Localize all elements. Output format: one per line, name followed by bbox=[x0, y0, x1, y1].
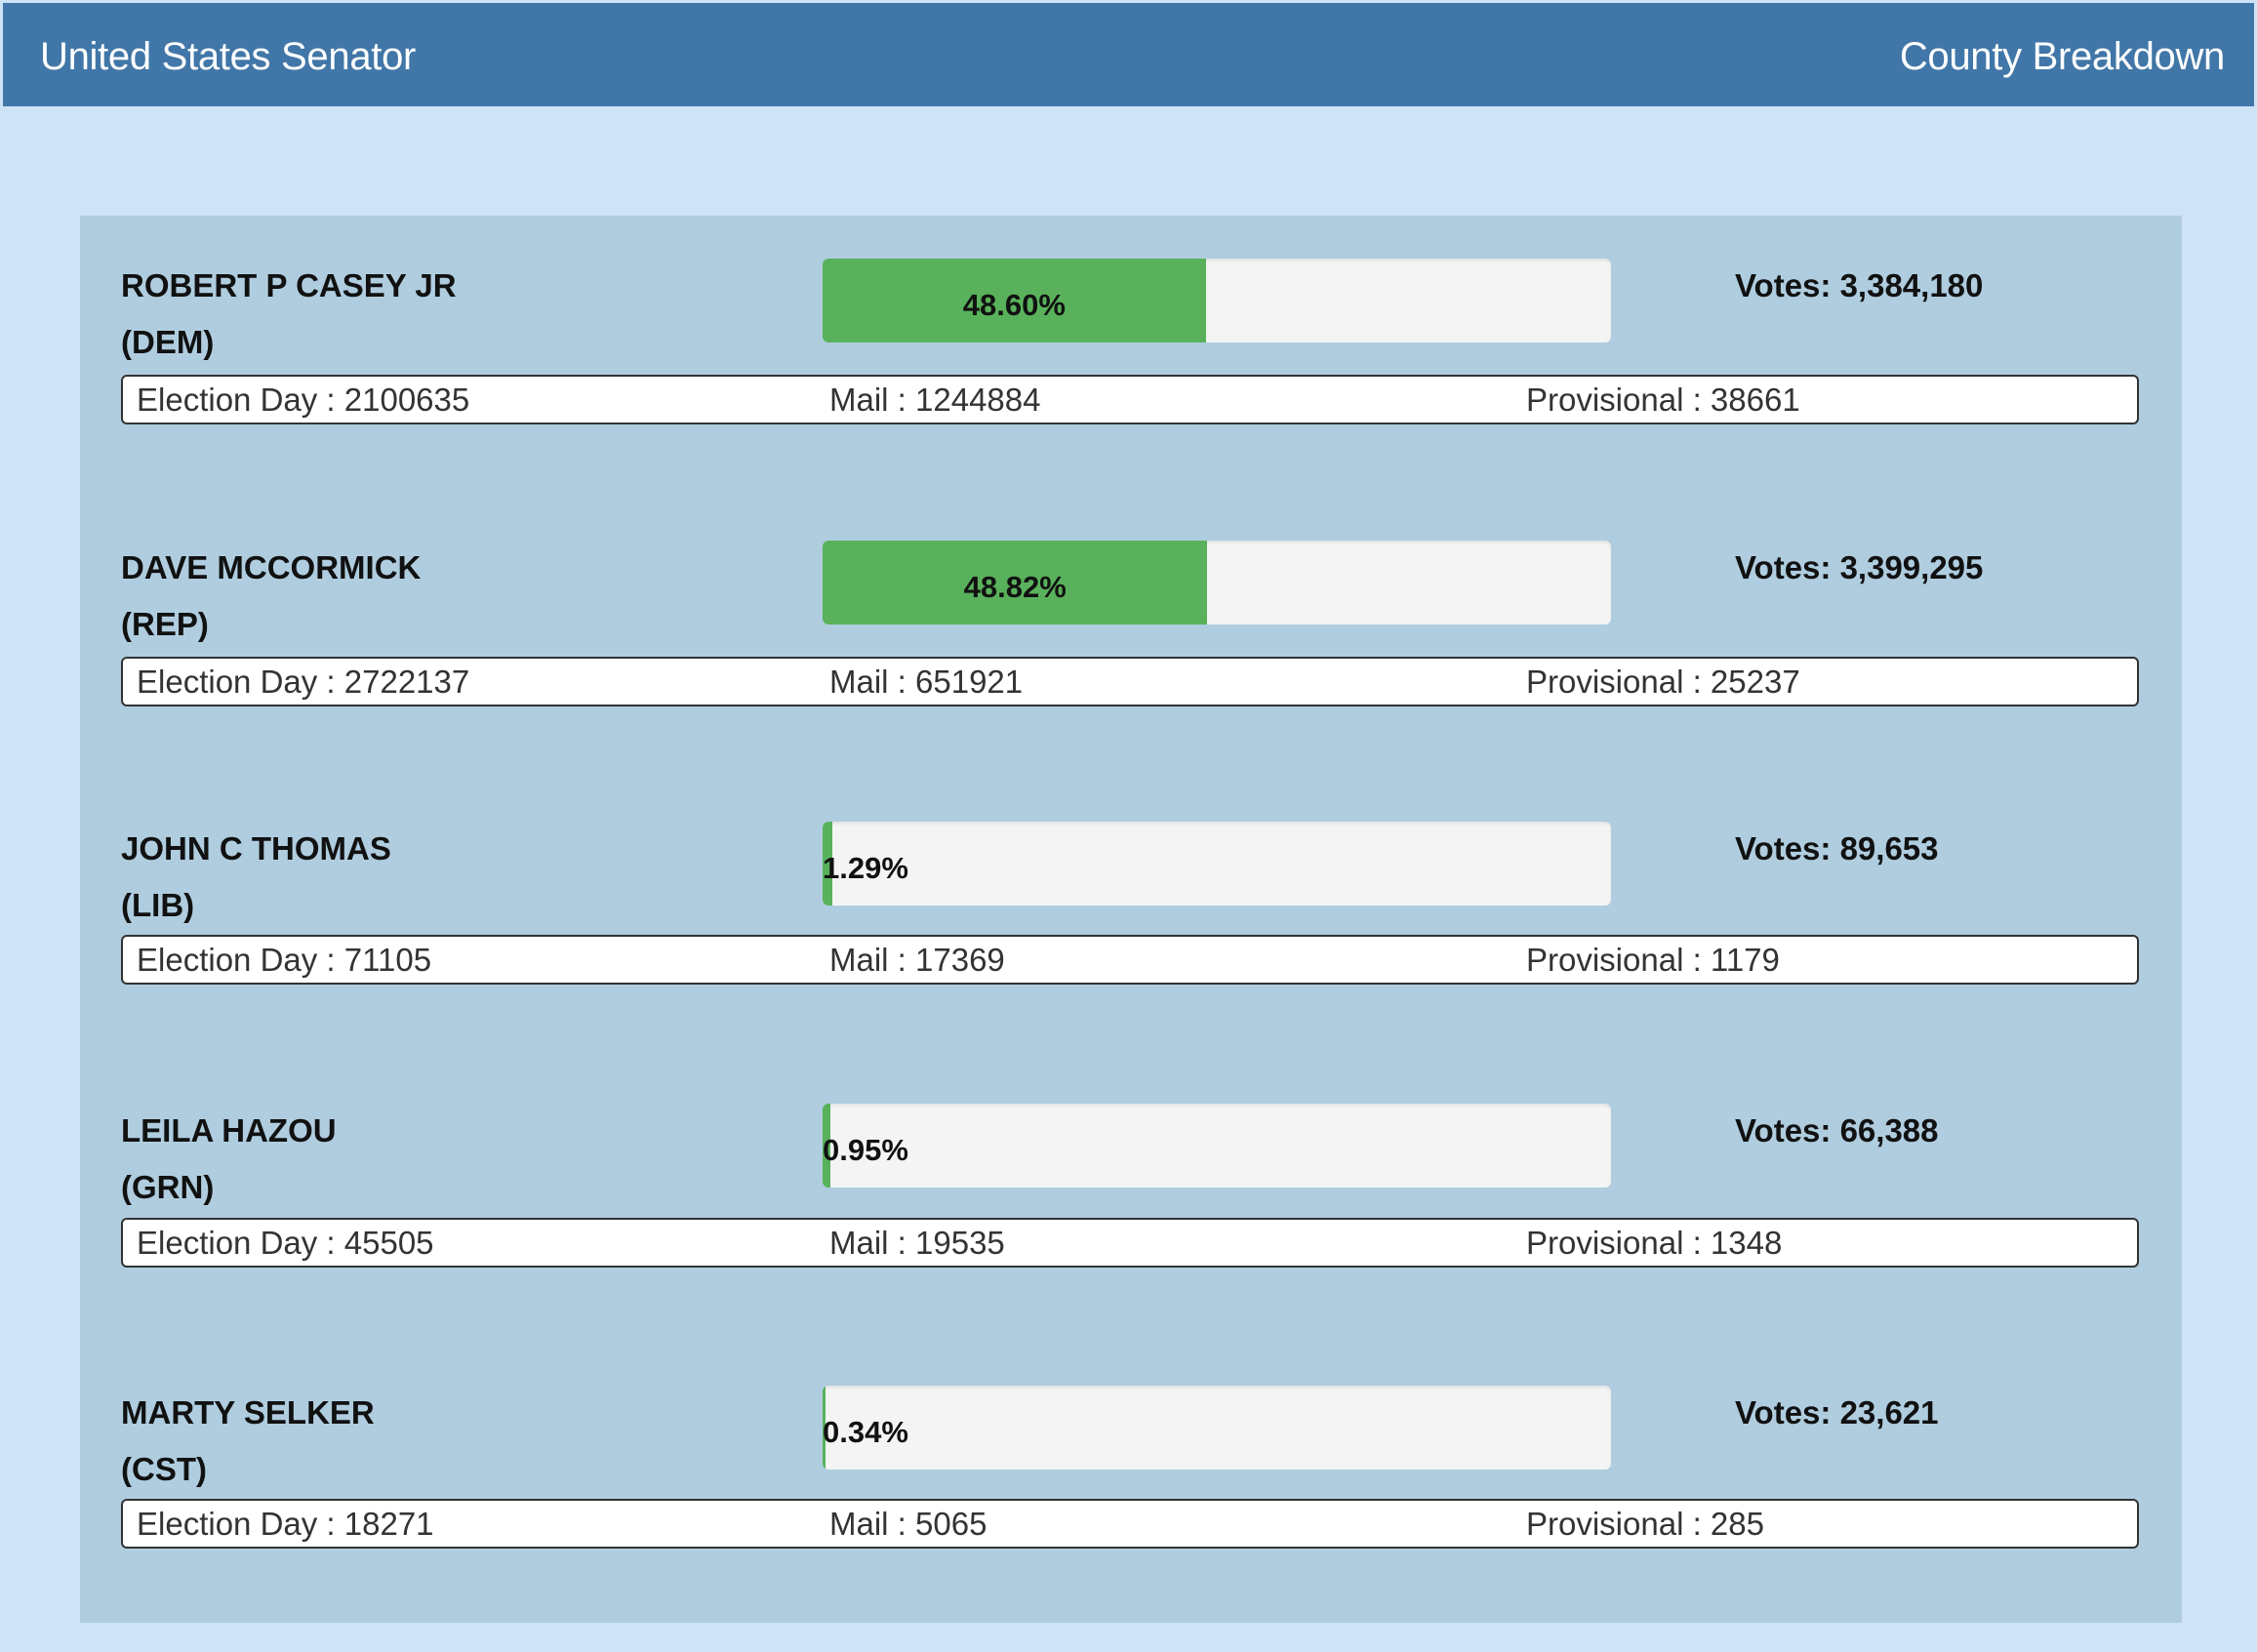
candidate-row: DAVE MCCORMICK (REP) 48.82% Votes: 3,399… bbox=[80, 498, 2182, 780]
results-panel: ROBERT P CASEY JR (DEM) 48.60% Votes: 3,… bbox=[80, 216, 2182, 1623]
vote-share-bar: 48.82% bbox=[823, 541, 1611, 625]
contest-title: United States Senator bbox=[40, 35, 417, 78]
contest-header: United States Senator County Breakdown bbox=[3, 3, 2254, 106]
vote-total: Votes: 3,384,180 bbox=[1735, 267, 1984, 303]
vote-total: Votes: 89,653 bbox=[1735, 830, 1939, 866]
vote-total: Votes: 3,399,295 bbox=[1735, 549, 1984, 585]
candidate-name: DAVE MCCORMICK bbox=[121, 549, 422, 585]
vote-share-label: 48.82% bbox=[963, 570, 1067, 604]
candidate-row: LEILA HAZOU (GRN) 0.95% Votes: 66,388 El… bbox=[80, 1061, 2182, 1343]
vote-share-label: 1.29% bbox=[823, 851, 908, 885]
provisional-votes: Provisional : 25237 bbox=[1526, 664, 1800, 700]
candidate-name: ROBERT P CASEY JR bbox=[121, 267, 457, 303]
mail-votes: Mail : 17369 bbox=[829, 942, 1005, 978]
election-day-votes: Election Day : 18271 bbox=[137, 1506, 434, 1542]
vote-share-label: 48.60% bbox=[962, 288, 1066, 322]
vote-share-bar: 48.60% bbox=[823, 259, 1611, 342]
vote-share-bar: 0.95% bbox=[823, 1104, 1611, 1188]
candidate-row: JOHN C THOMAS (LIB) 1.29% Votes: 89,653 … bbox=[80, 779, 2182, 1061]
provisional-votes: Provisional : 38661 bbox=[1526, 382, 1800, 418]
vote-breakdown: Election Day : 71105 Mail : 17369 Provis… bbox=[121, 935, 2139, 985]
vote-breakdown: Election Day : 18271 Mail : 5065 Provisi… bbox=[121, 1499, 2139, 1549]
mail-votes: Mail : 5065 bbox=[829, 1506, 987, 1542]
vote-share-bar: 0.34% bbox=[823, 1386, 1611, 1470]
provisional-votes: Provisional : 1348 bbox=[1526, 1225, 1783, 1261]
candidate-name: MARTY SELKER bbox=[121, 1394, 375, 1430]
provisional-votes: Provisional : 1179 bbox=[1526, 942, 1780, 978]
election-day-votes: Election Day : 45505 bbox=[137, 1225, 434, 1261]
candidate-party: (CST) bbox=[121, 1451, 207, 1487]
candidate-name: JOHN C THOMAS bbox=[121, 830, 391, 866]
county-breakdown-link[interactable]: County Breakdown bbox=[1900, 32, 2225, 81]
candidate-row: MARTY SELKER (CST) 0.34% Votes: 23,621 E… bbox=[80, 1343, 2182, 1625]
provisional-votes: Provisional : 285 bbox=[1526, 1506, 1764, 1542]
election-day-votes: Election Day : 71105 bbox=[137, 942, 432, 978]
vote-breakdown: Election Day : 2100635 Mail : 1244884 Pr… bbox=[121, 375, 2139, 424]
candidate-party: (DEM) bbox=[121, 324, 215, 360]
vote-share-label: 0.34% bbox=[823, 1415, 908, 1449]
vote-breakdown: Election Day : 2722137 Mail : 651921 Pro… bbox=[121, 657, 2139, 706]
vote-share-bar: 1.29% bbox=[823, 822, 1611, 906]
vote-total: Votes: 66,388 bbox=[1735, 1112, 1939, 1148]
candidate-row: ROBERT P CASEY JR (DEM) 48.60% Votes: 3,… bbox=[80, 216, 2182, 498]
candidate-name: LEILA HAZOU bbox=[121, 1112, 337, 1148]
candidate-party: (LIB) bbox=[121, 887, 195, 923]
mail-votes: Mail : 651921 bbox=[829, 664, 1024, 700]
mail-votes: Mail : 19535 bbox=[829, 1225, 1005, 1261]
vote-breakdown: Election Day : 45505 Mail : 19535 Provis… bbox=[121, 1218, 2139, 1268]
vote-total: Votes: 23,621 bbox=[1735, 1394, 1939, 1430]
mail-votes: Mail : 1244884 bbox=[829, 382, 1041, 418]
candidate-party: (GRN) bbox=[121, 1169, 215, 1205]
candidate-party: (REP) bbox=[121, 606, 209, 642]
election-day-votes: Election Day : 2100635 bbox=[137, 382, 470, 418]
vote-share-label: 0.95% bbox=[823, 1133, 908, 1167]
election-day-votes: Election Day : 2722137 bbox=[137, 664, 470, 700]
